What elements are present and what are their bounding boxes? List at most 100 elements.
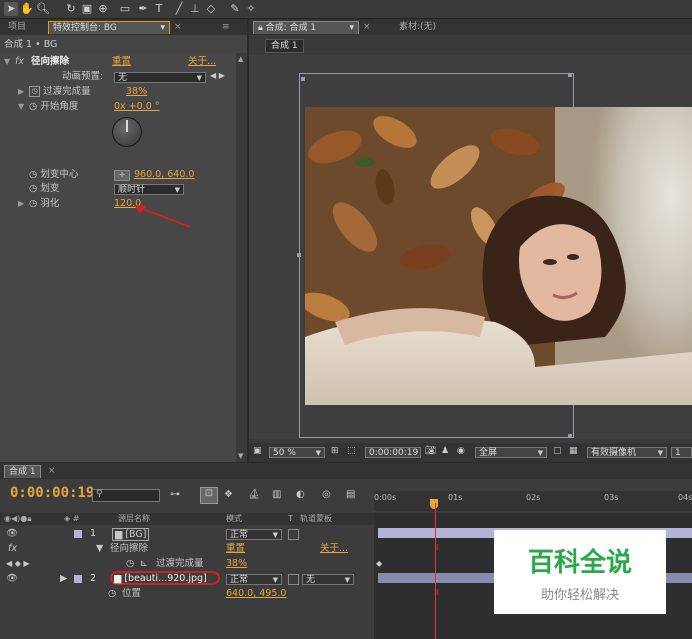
close-icon[interactable]: × (44, 465, 60, 478)
close-icon[interactable]: × (170, 21, 186, 34)
draft-3d-icon[interactable]: ❖ (224, 489, 233, 500)
brainstorm-icon[interactable]: ▤ (346, 489, 355, 500)
bounds-handle[interactable] (301, 77, 305, 81)
prop-position-value[interactable]: 640.0, 495.0 (226, 587, 286, 601)
layer-row[interactable]: 👁︎ 1 ▆ [BG] 正常 ▼ (0, 527, 374, 541)
show-snapshot-icon[interactable]: ♟ (441, 445, 449, 457)
expand-triangle-icon[interactable]: ▼ (96, 542, 103, 556)
effect-row[interactable]: fx ▼ 径向擦除 重置 关于... (0, 542, 374, 556)
label-color[interactable] (74, 575, 82, 583)
tab-footage[interactable]: 素材:(无) (395, 21, 440, 34)
property-row[interactable]: ◀ ◆ ▶ ◷ ⊾ 过渡完成量 38% (0, 557, 374, 571)
preserve-transparency-checkbox[interactable] (288, 574, 299, 585)
preset-nav-icon[interactable]: ◀ ▶ (210, 71, 225, 80)
scroll-up-icon[interactable]: ▲ (238, 55, 243, 63)
chevron-down-icon[interactable]: ▾ (349, 22, 354, 35)
layer-name[interactable]: ▆ [BG] (112, 528, 150, 541)
timeline-effect-reset[interactable]: 重置 (226, 542, 245, 556)
rectangle-tool-icon[interactable]: ▭ (118, 2, 132, 16)
preset-dropdown[interactable]: 无 ▼ (114, 72, 206, 83)
expand-triangle-icon[interactable]: ▶ (60, 572, 67, 586)
region-of-interest-icon[interactable]: ⬚ (347, 445, 356, 457)
preserve-transparency-checkbox[interactable] (288, 529, 299, 540)
camera-dropdown[interactable]: 有效摄像机 ▼ (587, 447, 667, 458)
keyframe-icon[interactable]: ◆ (376, 559, 382, 568)
prop-completion-value[interactable]: 38% (226, 557, 247, 571)
layer-name[interactable]: ▆ [beauti...920.jpg] (114, 572, 207, 586)
arrow-tool-icon[interactable]: ➤ (4, 2, 18, 16)
graph-editor-icon[interactable]: ◎ (322, 489, 331, 500)
bounds-handle[interactable] (568, 434, 572, 438)
crosshair-icon[interactable]: ✛ (114, 170, 130, 181)
scroll-down-icon[interactable]: ▼ (238, 452, 243, 460)
time-ruler[interactable]: 0:00s 01s 02s 03s 04s (374, 491, 692, 511)
puppet-tool-icon[interactable]: ✧ (244, 2, 258, 16)
eraser-tool-icon[interactable]: ◇ (204, 2, 218, 16)
zoom-dropdown[interactable]: 50 % ▼ (269, 447, 325, 458)
expand-triangle-icon[interactable]: ▶ (18, 85, 26, 99)
zoom-tool-icon[interactable]: 🔍︎ (36, 2, 50, 16)
timeline-timecode[interactable]: 0:00:00:19 (10, 485, 94, 501)
tab-timeline-comp[interactable]: 合成 1 (4, 465, 41, 478)
expand-triangle-icon[interactable]: ▼ (4, 55, 12, 69)
trkmat-dropdown[interactable]: 无 ▼ (302, 574, 354, 585)
label-color[interactable] (74, 530, 82, 538)
hand-tool-icon[interactable]: ✋ (20, 2, 34, 16)
reset-link[interactable]: 重置 (112, 55, 131, 69)
clone-stamp-tool-icon[interactable]: ⊥ (188, 2, 202, 16)
layer-row[interactable]: 👁︎ ▶ 2 ▆ [beauti...920.jpg] 正常 ▼ 无 ▼ (0, 571, 374, 586)
stopwatch-icon[interactable]: ◷ (108, 587, 116, 601)
tab-dropdown-icon[interactable]: ▾ (160, 22, 165, 35)
current-time-field[interactable]: 0:00:00:19 (365, 447, 421, 458)
start-angle-value[interactable]: 0x +0.0 ° (114, 100, 160, 114)
mode-dropdown[interactable]: 正常 ▼ (226, 529, 282, 540)
view-layout-dropdown[interactable]: 1 (671, 447, 692, 458)
transition-completion-value[interactable]: 38% (126, 85, 147, 99)
comp-viewport[interactable] (249, 55, 692, 439)
stopwatch-icon[interactable]: ◷ (29, 101, 37, 112)
motion-blur-icon[interactable]: ◐ (296, 489, 305, 500)
col-trkmat[interactable]: 轨道蒙板 (300, 513, 332, 525)
mode-dropdown[interactable]: 正常 ▼ (226, 574, 282, 585)
resolution-dropdown[interactable]: 全屏 ▼ (475, 447, 547, 458)
angle-dial[interactable] (112, 117, 142, 147)
hide-shy-icon[interactable]: ⛵︎ (248, 489, 261, 500)
close-icon[interactable]: × (359, 21, 375, 34)
eye-icon[interactable]: 👁︎ (6, 527, 18, 541)
timeline-search-input[interactable]: ⚲ (92, 489, 160, 502)
pan-behind-tool-icon[interactable]: ⊕ (96, 2, 110, 16)
comp-mini-flowchart-icon[interactable]: ⊶ (170, 489, 180, 500)
col-mode[interactable]: 模式 (226, 513, 242, 525)
stopwatch-icon[interactable]: ◷ (29, 169, 37, 180)
frame-blending-icon[interactable]: ▥ (272, 489, 281, 500)
col-source-name[interactable]: 源层名称 (118, 513, 150, 525)
playhead-handle[interactable] (430, 499, 438, 509)
about-link[interactable]: 关于... (188, 55, 216, 69)
tab-composition[interactable]: 🔒︎ 合成: 合成 1 ▾ (253, 21, 359, 34)
eye-icon[interactable]: 👁︎ (6, 572, 18, 586)
effect-controls-scrollbar[interactable]: ▲ ▼ (236, 53, 247, 462)
comp-subtab[interactable]: 合成 1 (265, 39, 304, 53)
roto-brush-tool-icon[interactable]: ✎ (228, 2, 242, 16)
safe-margins-icon[interactable]: ⊞ (331, 445, 339, 457)
bounds-handle[interactable] (568, 73, 572, 77)
tab-effect-controls[interactable]: 特效控制台: BG ▾ (48, 21, 170, 34)
col-t[interactable]: T (288, 513, 293, 525)
keyframe-nav-icon[interactable]: ◀ ◆ ▶ (6, 557, 30, 571)
property-row[interactable]: ◷ 位置 640.0, 495.0 (0, 587, 374, 601)
bounds-handle[interactable] (297, 253, 301, 257)
wipe-dropdown[interactable]: 顺时针 ▼ (114, 184, 184, 195)
timeline-effect-about[interactable]: 关于... (320, 542, 348, 556)
live-update-icon[interactable]: ⊡ (200, 487, 218, 504)
expand-triangle-icon[interactable]: ▼ (18, 100, 26, 114)
snapshot-icon[interactable]: 📷︎ (425, 445, 436, 457)
transparency-grid-icon[interactable]: ▦ (569, 445, 578, 457)
always-preview-icon[interactable]: ▣ (253, 445, 262, 457)
stopwatch-icon[interactable]: ◷ (29, 198, 37, 209)
panel-menu-icon[interactable]: ≡ (218, 21, 234, 34)
wipe-center-value[interactable]: 960.0, 640.0 (134, 168, 194, 182)
tab-project[interactable]: 项目 (4, 21, 30, 34)
stopwatch-icon[interactable]: ◷ (29, 183, 37, 194)
channel-icon[interactable]: ◉ (457, 445, 465, 457)
stopwatch-icon[interactable]: ◷ (29, 86, 41, 97)
